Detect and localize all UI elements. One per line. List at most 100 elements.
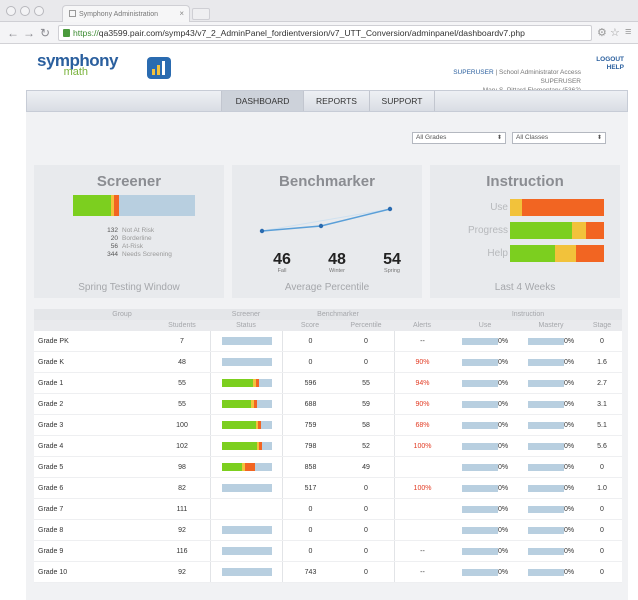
benchmarker-header: Benchmarker bbox=[317, 311, 359, 318]
table-body: Grade PK 7 0 0 -- 0% 0% 0 Grade K 48 0 0 90% 0% 0% 1.6 G… bbox=[34, 331, 622, 583]
use-value: 0% bbox=[497, 443, 509, 450]
benchmark-score: 688 bbox=[282, 394, 338, 414]
mastery-bar bbox=[527, 421, 564, 429]
instruction-bar-segment bbox=[572, 222, 587, 239]
status-segment bbox=[256, 400, 272, 409]
mastery-bar bbox=[527, 358, 564, 366]
minimize-window-button[interactable] bbox=[20, 6, 30, 16]
screener-status-cell bbox=[210, 352, 282, 372]
nav-support[interactable]: SUPPORT bbox=[369, 91, 435, 111]
star-icon[interactable]: ☆ bbox=[610, 26, 620, 39]
table-row[interactable]: Grade 5 98 858 49 0% 0% 0 bbox=[34, 457, 622, 478]
nav-reports[interactable]: REPORTS bbox=[303, 91, 369, 111]
stage-value: 0 bbox=[600, 338, 604, 345]
grade-name: Grade 7 bbox=[38, 506, 64, 513]
class-filter-select[interactable]: All Classes ⬍ bbox=[512, 132, 606, 144]
legend-item: 132 Not At Risk bbox=[90, 227, 172, 235]
score-column-header[interactable]: Score bbox=[282, 320, 338, 331]
stage-value: 0 bbox=[600, 464, 604, 471]
nav-dashboard[interactable]: DASHBOARD bbox=[221, 91, 303, 111]
mastery: 0% bbox=[520, 436, 582, 456]
zoom-window-button[interactable] bbox=[34, 6, 44, 16]
table-row[interactable]: Grade 6 82 517 0 100% 0% 0% 1.0 bbox=[34, 478, 622, 499]
forward-arrow-icon[interactable]: → bbox=[23, 26, 35, 40]
instruction-bar-segment bbox=[510, 222, 573, 239]
use-bar bbox=[461, 547, 498, 555]
benchmarker-card[interactable]: Benchmarker 46 Fall 48 Winter 54 Spring Avera… bbox=[232, 165, 422, 298]
table-row[interactable]: Grade 2 55 688 59 90% 0% 0% 3.1 bbox=[34, 394, 622, 415]
grade-filter-select[interactable]: All Grades ⬍ bbox=[412, 132, 506, 144]
table-row[interactable]: Grade 4 102 798 52 100% 0% 0% 5.6 bbox=[34, 436, 622, 457]
mastery: 0% bbox=[520, 499, 582, 519]
instruction-card[interactable]: Instruction Last 4 Weeks Use Progress Help bbox=[430, 165, 620, 298]
benchmark-season-label: Spring bbox=[384, 268, 400, 274]
mastery-column-header[interactable]: Mastery bbox=[520, 320, 582, 331]
back-arrow-icon[interactable]: ← bbox=[7, 26, 19, 40]
students-column-header[interactable]: Students bbox=[154, 320, 210, 331]
grade-filter-value: All Grades bbox=[416, 134, 447, 141]
use-column-header[interactable]: Use bbox=[450, 320, 520, 331]
browser-tab-bar: Symphony Administration × bbox=[0, 0, 638, 22]
alerts-column-header[interactable]: Alerts bbox=[394, 320, 450, 331]
use-bar bbox=[461, 442, 498, 450]
table-row[interactable]: Grade K 48 0 0 90% 0% 0% 1.6 bbox=[34, 352, 622, 373]
table-row[interactable]: Grade 1 55 596 55 94% 0% 0% 2.7 bbox=[34, 373, 622, 394]
use: 0% bbox=[450, 331, 520, 351]
logout-link[interactable]: LOGOUT bbox=[596, 56, 624, 64]
grade-name: Grade 2 bbox=[38, 401, 64, 408]
status-segment bbox=[221, 547, 272, 556]
new-tab-button[interactable] bbox=[192, 8, 210, 20]
use-value: 0% bbox=[497, 380, 509, 387]
table-row[interactable]: Grade 3 100 759 58 68% 0% 0% 5.1 bbox=[34, 415, 622, 436]
table-row[interactable]: Grade 7 111 0 0 0% 0% 0 bbox=[34, 499, 622, 520]
use-bar bbox=[461, 358, 498, 366]
stage-column-header[interactable]: Stage bbox=[582, 320, 622, 331]
use: 0% bbox=[450, 541, 520, 561]
legend-label: At-Risk bbox=[122, 243, 143, 250]
benchmark-score: 517 bbox=[282, 478, 338, 498]
instruction-bar-segment bbox=[575, 245, 604, 262]
table-row[interactable]: Grade 9 116 0 0 -- 0% 0% 0 bbox=[34, 541, 622, 562]
students-count: 116 bbox=[176, 548, 188, 555]
alerts-value: 100% bbox=[394, 478, 450, 498]
stage-value: 0 bbox=[600, 527, 604, 534]
use: 0% bbox=[450, 373, 520, 393]
benchmark-season-label: Winter bbox=[329, 268, 345, 274]
screener-card[interactable]: Screener 132 Not At Risk 20 Borderline 56 At-… bbox=[34, 165, 224, 298]
instruction-bar-segment bbox=[555, 245, 576, 262]
symphony-math-logo[interactable]: symphony math bbox=[37, 52, 171, 79]
close-window-button[interactable] bbox=[6, 6, 16, 16]
help-link[interactable]: HELP bbox=[596, 64, 624, 72]
use-bar bbox=[461, 400, 498, 408]
settings-icon[interactable]: ⚙ bbox=[597, 26, 607, 39]
percentile-column-header[interactable]: Percentile bbox=[338, 320, 394, 331]
status-segment bbox=[221, 526, 272, 535]
alerts-value: 90% bbox=[394, 352, 450, 372]
fall-point bbox=[259, 228, 265, 234]
url-field[interactable]: https://qa3599.pair.com/symp43/v7_2_Admi… bbox=[58, 25, 592, 41]
browser-tab[interactable]: Symphony Administration × bbox=[62, 5, 190, 22]
status-column-header[interactable]: Status bbox=[210, 320, 282, 331]
table-row[interactable]: Grade 8 92 0 0 0% 0% 0 bbox=[34, 520, 622, 541]
use-bar bbox=[461, 463, 498, 471]
use-value: 0% bbox=[497, 569, 509, 576]
lock-icon bbox=[63, 29, 70, 37]
menu-icon[interactable]: ≡ bbox=[625, 26, 631, 38]
screener-status-cell bbox=[210, 373, 282, 393]
screener-status-bar bbox=[221, 421, 272, 430]
benchmark-score: 596 bbox=[282, 373, 338, 393]
stage-value: 0 bbox=[600, 569, 604, 576]
students-count: 100 bbox=[176, 422, 188, 429]
grade-name: Grade 9 bbox=[38, 548, 64, 555]
screener-status-cell bbox=[210, 562, 282, 582]
use-value: 0% bbox=[497, 359, 509, 366]
table-row[interactable]: Grade 10 92 743 0 -- 0% 0% 0 bbox=[34, 562, 622, 583]
mastery-bar bbox=[527, 463, 564, 471]
legend-label: Needs Screening bbox=[122, 251, 172, 258]
screener-status-cell bbox=[210, 457, 282, 477]
stage-value: 5.1 bbox=[597, 422, 607, 429]
alerts-value: -- bbox=[394, 562, 450, 582]
close-tab-icon[interactable]: × bbox=[179, 9, 184, 18]
reload-icon[interactable]: ↻ bbox=[40, 26, 50, 40]
table-row[interactable]: Grade PK 7 0 0 -- 0% 0% 0 bbox=[34, 331, 622, 352]
